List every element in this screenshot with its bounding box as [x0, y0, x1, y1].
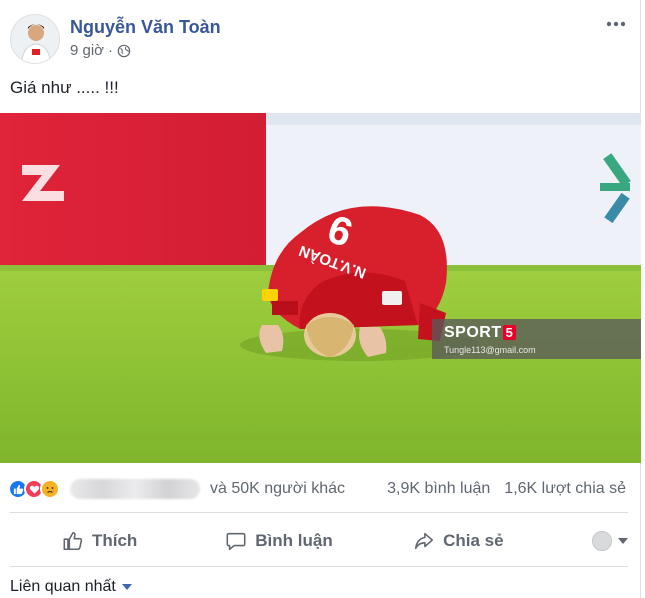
share-count[interactable]: 1,6K lượt chia sẻ [504, 480, 626, 498]
divider [10, 512, 628, 513]
separator-dot: · [108, 42, 114, 59]
audience-avatar [591, 531, 612, 551]
sort-label: Liên quan nhất [10, 578, 116, 595]
comment-button[interactable]: Bình luận [189, 530, 368, 552]
chevron-down-icon [121, 584, 132, 590]
photo-watermark: SPORT 5 Tungle113@gmail.com [432, 319, 641, 359]
post-meta: 9 giờ · [70, 42, 131, 59]
thumbs-up-icon [63, 531, 83, 551]
chevron-down-icon [617, 538, 628, 544]
watermark-brand: SPORT 5 [444, 324, 517, 342]
more-options-icon[interactable] [604, 14, 628, 34]
action-bar: Thích Bình luận Chia sẻ [10, 520, 628, 562]
photo-scene: 9 N.V.TOÀN [0, 113, 641, 463]
globe-icon[interactable] [117, 44, 131, 58]
like-glyph [13, 484, 23, 494]
share-icon [415, 532, 434, 550]
watermark-brand-text: SPORT [444, 324, 502, 341]
comment-icon [226, 532, 246, 551]
blurred-names [70, 479, 200, 499]
comment-count[interactable]: 3,9K bình luận [387, 480, 490, 498]
divider [10, 566, 628, 567]
share-label: Chia sẻ [443, 531, 504, 550]
heart-glyph [29, 485, 39, 494]
comment-sort[interactable]: Liên quan nhất [10, 578, 132, 596]
sad-face-glyph [46, 487, 54, 493]
comment-label: Bình luận [255, 531, 333, 550]
sad-icon[interactable] [40, 479, 60, 499]
like-label: Thích [91, 531, 138, 550]
avatar-image [11, 15, 59, 63]
post-time[interactable]: 9 giờ [70, 42, 104, 59]
post-stats: 3,9K bình luận 1,6K lượt chia sẻ [387, 480, 626, 498]
reactions-summary[interactable]: và 50K người khác [8, 478, 345, 500]
post-card: Nguyễn Văn Toàn 9 giờ · Giá như ..... !!… [0, 0, 641, 598]
post-photo[interactable]: 9 N.V.TOÀN SPORT 5 Tungle113@gmail.com [0, 113, 641, 463]
watermark-number: 5 [502, 325, 517, 340]
watermark-email: Tungle113@gmail.com [444, 345, 536, 355]
author-avatar[interactable] [10, 14, 60, 64]
share-button[interactable]: Chia sẻ [369, 530, 548, 552]
post-text: Giá như ..... !!! [10, 78, 119, 97]
author-name[interactable]: Nguyễn Văn Toàn [70, 17, 221, 38]
reaction-audience-selector[interactable] [548, 531, 628, 551]
like-button[interactable]: Thích [10, 530, 189, 552]
reactions-others[interactable]: và 50K người khác [210, 480, 345, 498]
